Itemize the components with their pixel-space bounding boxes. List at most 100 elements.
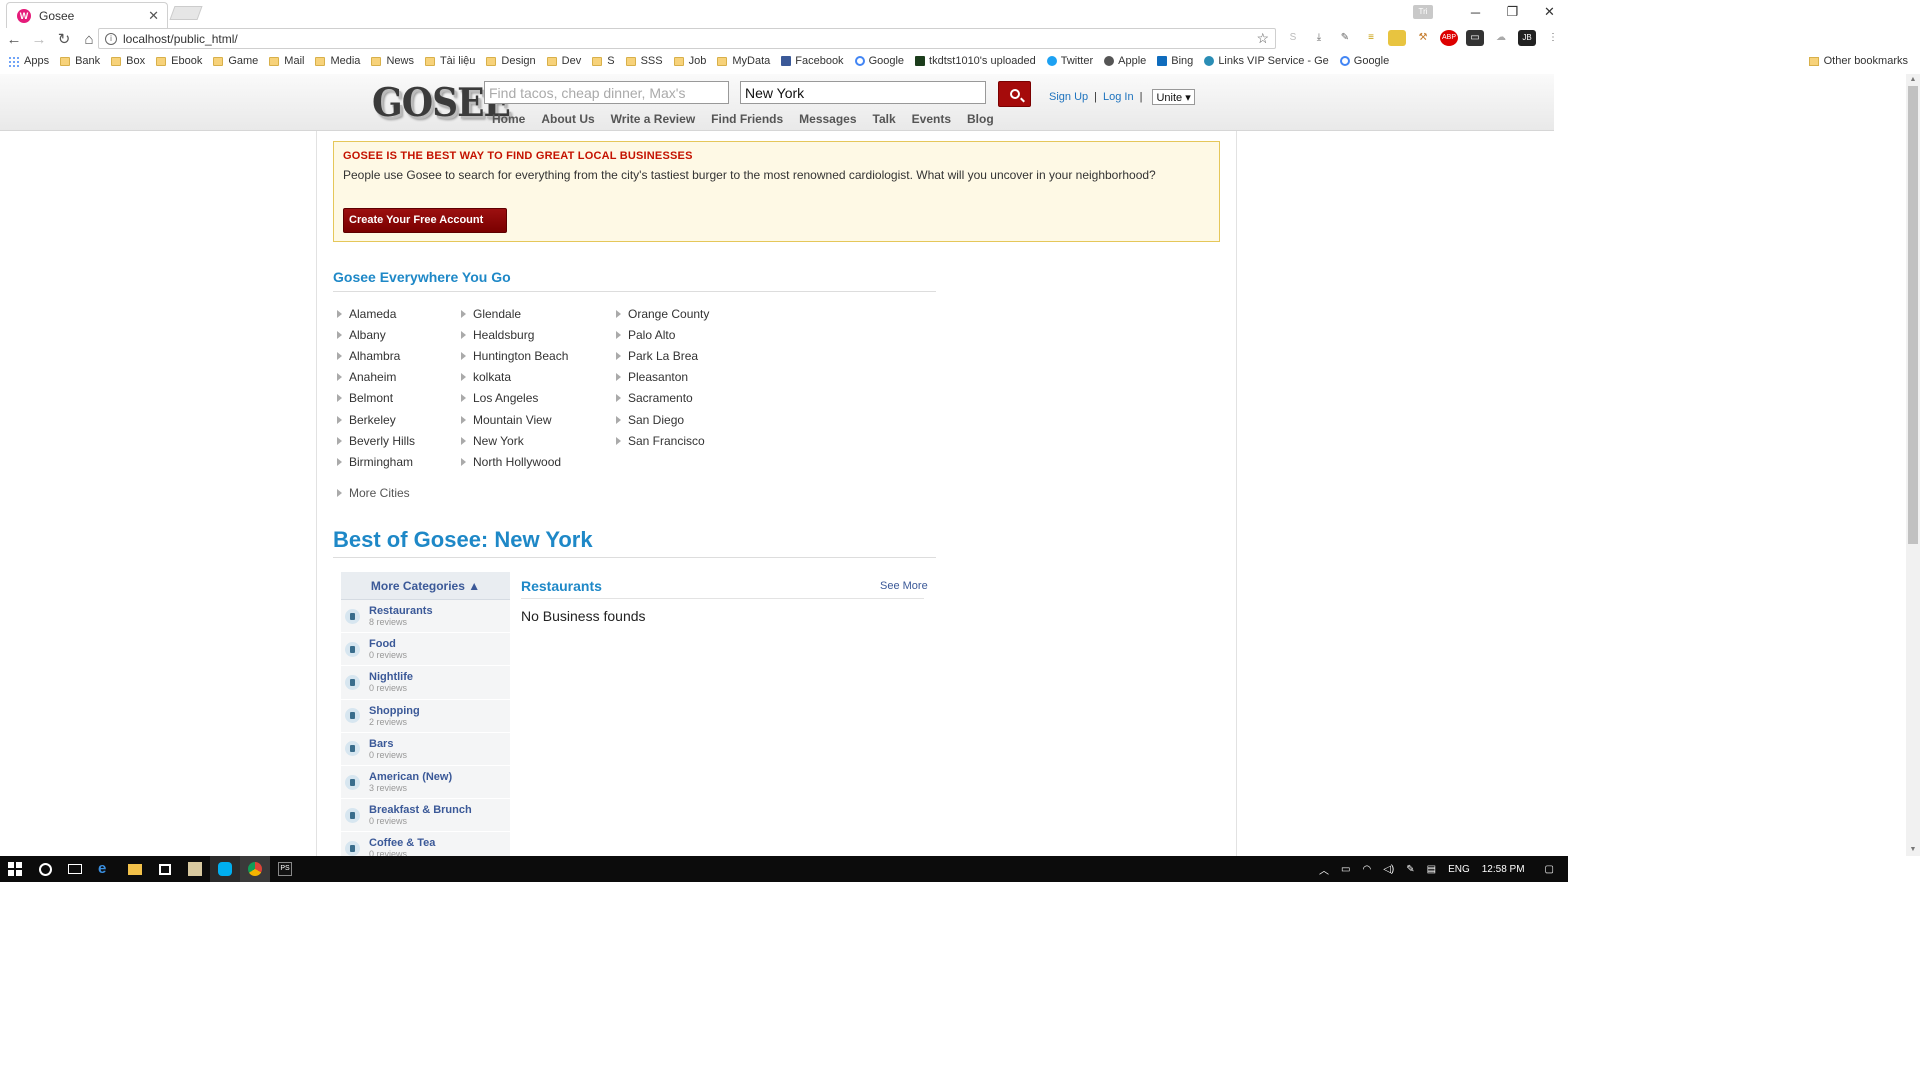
notifications-icon[interactable]: ▢ (1545, 864, 1554, 875)
reload-icon[interactable]: ↻ (53, 30, 75, 48)
city-link[interactable]: kolkata (461, 367, 568, 388)
nav-events[interactable]: Events (912, 112, 951, 126)
category-item[interactable]: Shopping 2 reviews (341, 699, 510, 733)
bookmark-item[interactable]: Mail (269, 55, 304, 67)
adblock-extension-icon[interactable]: ABP (1440, 30, 1458, 46)
forward-icon[interactable]: → (28, 31, 50, 48)
bookmark-item[interactable]: Design (486, 55, 536, 67)
explorer-taskbar-button[interactable] (120, 856, 150, 882)
bookmark-item[interactable]: News (371, 55, 414, 67)
city-link[interactable]: Orange County (616, 303, 709, 324)
city-link[interactable]: North Hollywood (461, 451, 568, 472)
pen-icon[interactable]: ✎ (1406, 864, 1414, 875)
new-tab-button[interactable] (169, 6, 203, 20)
city-link[interactable]: Palo Alto (616, 324, 709, 345)
city-link[interactable]: Mountain View (461, 409, 568, 430)
bookmark-item[interactable]: Game (213, 55, 258, 67)
photoshop-taskbar-button[interactable]: PS (270, 856, 300, 882)
menu-icon[interactable]: ⋮ (1544, 30, 1562, 46)
url-text[interactable]: localhost/public_html/ (123, 32, 1256, 46)
bookmark-item[interactable]: S (592, 55, 615, 67)
bookmark-item[interactable]: Job (673, 55, 706, 67)
bookmark-item[interactable]: Tài liệu (424, 55, 475, 67)
city-link[interactable]: Glendale (461, 303, 568, 324)
jb-extension-icon[interactable]: JB (1518, 30, 1536, 46)
keyboard-icon[interactable]: ▤ (1427, 864, 1436, 875)
restore-icon[interactable]: ❐ (1494, 4, 1531, 20)
nav-home[interactable]: Home (492, 112, 525, 126)
back-icon[interactable]: ← (3, 31, 25, 48)
minimize-icon[interactable]: ─ (1457, 5, 1494, 20)
wifi-icon[interactable]: ◠ (1362, 864, 1371, 875)
bookmark-item[interactable]: tkdtst1010's uploaded (915, 55, 1036, 67)
city-link[interactable]: New York (461, 430, 568, 451)
cortana-button[interactable] (30, 856, 60, 882)
language-indicator[interactable]: ENG (1448, 864, 1470, 875)
nav-about-us[interactable]: About Us (541, 112, 594, 126)
eyedropper-extension-icon[interactable]: ✎ (1336, 30, 1354, 46)
city-link[interactable]: Healdsburg (461, 324, 568, 345)
bookmark-item[interactable]: Ebook (156, 55, 202, 67)
scroll-down-icon[interactable]: ▼ (1906, 844, 1920, 856)
city-link[interactable]: Los Angeles (461, 388, 568, 409)
bookmark-item[interactable]: Google (1339, 55, 1389, 67)
dev-extension-icon[interactable]: ▭ (1466, 30, 1484, 46)
app-taskbar-button[interactable] (180, 856, 210, 882)
tray-expand-icon[interactable]: ︿ (1319, 862, 1329, 877)
bookmark-item[interactable]: Twitter (1046, 55, 1093, 67)
volume-icon[interactable]: ◁) (1383, 864, 1394, 875)
task-view-button[interactable] (60, 856, 90, 882)
info-icon[interactable]: i (105, 32, 117, 45)
category-item[interactable]: American (New) 3 reviews (341, 765, 510, 800)
browser-tab[interactable]: W Gosee ✕ (6, 2, 168, 28)
skype-extension-icon[interactable]: S (1284, 30, 1302, 46)
start-button[interactable] (0, 856, 30, 882)
bookmark-item[interactable]: Apps (8, 55, 49, 67)
category-item[interactable]: Breakfast & Brunch 0 reviews (341, 799, 510, 833)
close-window-icon[interactable]: ✕ (1531, 4, 1568, 20)
bookmark-item[interactable]: Bing (1157, 55, 1193, 67)
find-search-input[interactable] (484, 81, 729, 104)
city-link[interactable]: San Francisco (616, 430, 709, 451)
category-item[interactable]: Bars 0 reviews (341, 732, 510, 766)
search-button[interactable] (998, 81, 1031, 107)
bookmark-item[interactable]: MyData (717, 55, 770, 67)
ruler-extension-icon[interactable] (1388, 30, 1406, 46)
profile-badge[interactable]: Tri (1413, 5, 1433, 19)
page-scrollbar[interactable]: ▲ ▼ (1906, 74, 1920, 856)
city-link[interactable]: Sacramento (616, 388, 709, 409)
nav-talk[interactable]: Talk (873, 112, 896, 126)
category-item[interactable]: Restaurants 8 reviews (341, 600, 510, 634)
scrollbar-thumb[interactable] (1908, 86, 1918, 544)
url-bar[interactable]: i localhost/public_html/ ☆ (98, 28, 1276, 49)
city-link[interactable]: Alhambra (337, 345, 415, 366)
more-categories-toggle[interactable]: More Categories ▲ (341, 572, 510, 600)
home-icon[interactable]: ⌂ (78, 31, 100, 48)
city-link[interactable]: Berkeley (337, 409, 415, 430)
city-link[interactable]: Alameda (337, 303, 415, 324)
bookmark-item[interactable]: Links VIP Service - Ge (1204, 55, 1329, 67)
log-in-link[interactable]: Log In (1103, 91, 1134, 103)
scroll-up-icon[interactable]: ▲ (1906, 74, 1920, 86)
other-bookmarks[interactable]: Other bookmarks (1808, 52, 1908, 70)
edge-taskbar-button[interactable]: e (90, 856, 120, 882)
skype-taskbar-button[interactable] (210, 856, 240, 882)
bookmark-item[interactable]: Facebook (781, 55, 844, 67)
category-item[interactable]: Food 0 reviews (341, 633, 510, 667)
bookmark-item[interactable]: Media (315, 55, 360, 67)
city-link[interactable]: Birmingham (337, 451, 415, 472)
nav-write-review[interactable]: Write a Review (611, 112, 695, 126)
city-link[interactable]: Beverly Hills (337, 430, 415, 451)
battery-icon[interactable]: ▭ (1341, 864, 1350, 875)
near-location-input[interactable] (740, 81, 986, 104)
download-extension-icon[interactable]: ⤓ (1310, 30, 1328, 46)
nav-messages[interactable]: Messages (799, 112, 856, 126)
bookmark-item[interactable]: Apple (1104, 55, 1146, 67)
chrome-taskbar-button[interactable] (240, 856, 270, 882)
close-tab-icon[interactable]: ✕ (148, 8, 159, 24)
bookmark-item[interactable]: Dev (546, 55, 581, 67)
hammer-extension-icon[interactable]: ⚒ (1414, 30, 1432, 46)
create-account-button[interactable]: Create Your Free Account (343, 208, 507, 233)
bookmark-item[interactable]: Google (854, 55, 904, 67)
category-item[interactable]: Nightlife 0 reviews (341, 666, 510, 700)
